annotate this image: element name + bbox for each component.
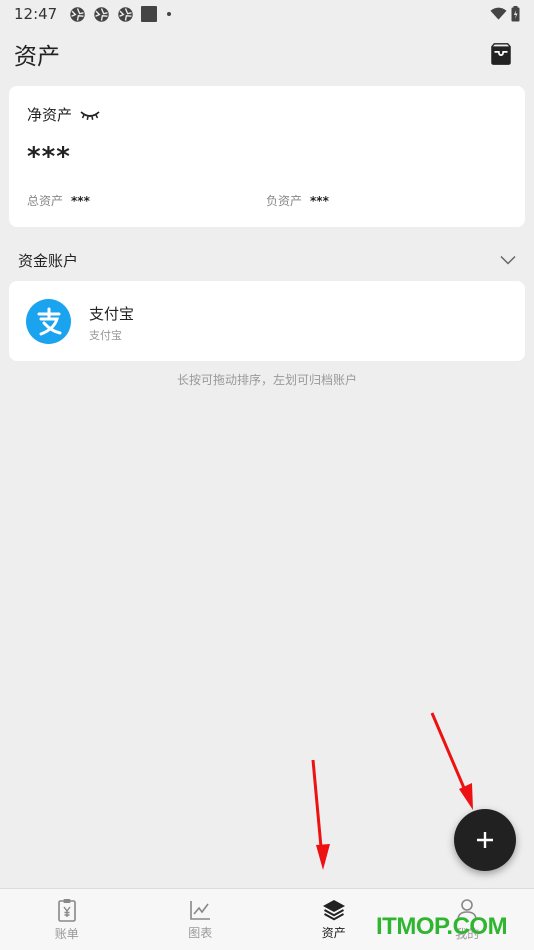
watermark: ITMOP.COM: [376, 913, 508, 940]
bill-icon: [57, 898, 76, 922]
tab-bill[interactable]: 账单: [0, 889, 134, 950]
status-system-icons: [490, 6, 520, 22]
net-assets-card: 净资产 *** 总资产 *** 负资产 ***: [9, 86, 525, 227]
debt-assets-label: 负资产: [266, 194, 303, 208]
dot-icon: [167, 12, 172, 16]
account-item[interactable]: 支付宝 支付宝: [9, 281, 525, 361]
status-bar: 12:47: [0, 0, 534, 28]
alipay-glyph-icon: [37, 307, 61, 335]
aperture-icon: [94, 6, 109, 22]
total-assets-value: ***: [71, 193, 90, 208]
total-assets: 总资产 ***: [27, 192, 90, 209]
debt-assets-value: ***: [310, 193, 329, 208]
aperture-icon: [118, 6, 133, 22]
chart-icon: [190, 900, 211, 920]
account-name: 支付宝: [89, 305, 135, 323]
add-account-button[interactable]: [454, 809, 516, 871]
square-icon: [141, 6, 158, 22]
tab-bill-label: 账单: [54, 926, 79, 941]
battery-icon: [511, 6, 520, 22]
status-time: 12:47: [14, 5, 58, 23]
status-notification-icons: [69, 6, 174, 23]
page-title: 资产: [14, 44, 60, 70]
tab-chart[interactable]: 图表: [134, 889, 268, 950]
net-assets-label-row: 净资产: [27, 104, 100, 125]
alipay-icon: [26, 299, 71, 344]
debt-assets: 负资产 ***: [266, 192, 329, 209]
account-subtitle: 支付宝: [89, 329, 122, 342]
wifi-icon: [490, 7, 507, 20]
aperture-icon: [70, 6, 85, 22]
tab-assets-label: 资产: [321, 925, 346, 940]
net-assets-value: ***: [27, 142, 71, 172]
chevron-down-icon[interactable]: [500, 255, 516, 265]
total-assets-label: 总资产: [27, 194, 64, 208]
eye-closed-icon[interactable]: [80, 109, 100, 121]
accounts-section-header: 资金账户: [0, 244, 534, 276]
net-assets-label: 净资产: [27, 106, 73, 124]
hint-text: 长按可拖动排序，左划可归档账户: [176, 373, 357, 387]
archive-icon[interactable]: [488, 41, 514, 67]
accounts-section-title: 资金账户: [18, 251, 79, 270]
plus-icon: [477, 832, 493, 848]
app-bar: 资产: [0, 28, 534, 80]
layers-icon: [322, 899, 345, 920]
tab-chart-label: 图表: [188, 925, 213, 940]
